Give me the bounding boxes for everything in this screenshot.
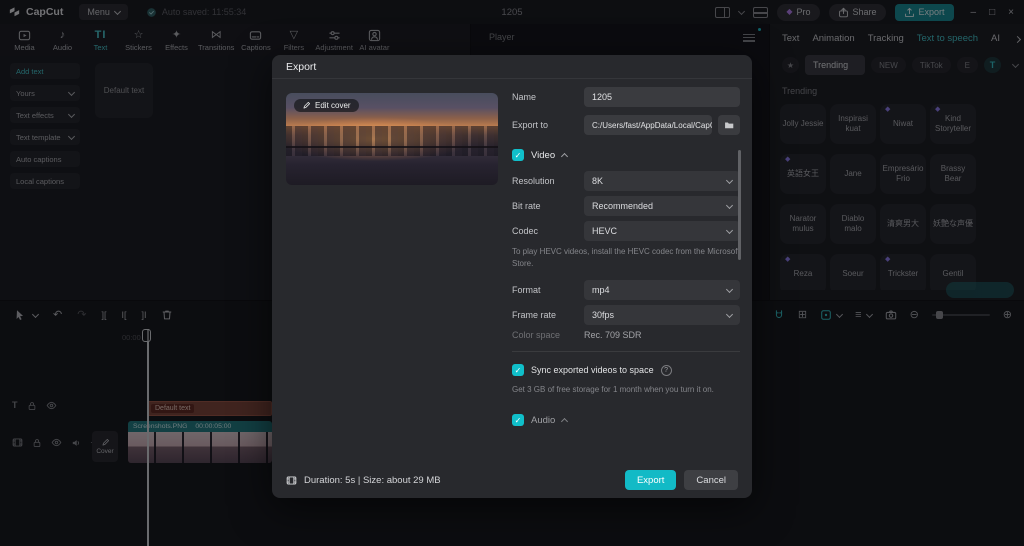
edit-cover-button[interactable]: Edit cover	[294, 99, 359, 112]
sync-checkbox[interactable]: ✓	[512, 364, 524, 376]
video-section-header[interactable]: ✓ Video	[512, 149, 740, 161]
chevron-down-icon	[725, 310, 734, 318]
video-section-label: Video	[531, 149, 556, 161]
sync-label: Sync exported videos to space	[531, 365, 654, 375]
export-summary: Duration: 5s | Size: about 29 MB	[304, 474, 441, 486]
format-select[interactable]: mp4	[584, 280, 740, 300]
audio-checkbox[interactable]: ✓	[512, 414, 524, 426]
hevc-note: To play HEVC videos, install the HEVC co…	[512, 247, 740, 268]
format-label: Format	[512, 285, 541, 295]
audio-section-label: Audio	[531, 414, 556, 426]
export-to-label: Export to	[512, 120, 549, 130]
bit-rate-select[interactable]: Recommended	[584, 196, 740, 216]
name-label: Name	[512, 92, 537, 102]
codec-label: Codec	[512, 226, 539, 236]
dialog-title: Export	[272, 55, 752, 79]
sync-row[interactable]: ✓ Sync exported videos to space ?	[512, 364, 740, 376]
export-dialog: Export Edit cover Name 1205 Export to C:…	[272, 55, 752, 498]
sync-note: Get 3 GB of free storage for 1 month whe…	[512, 385, 714, 394]
edit-cover-label: Edit cover	[315, 101, 351, 110]
audio-section-header[interactable]: ✓ Audio	[512, 414, 740, 426]
chevron-up-icon[interactable]	[561, 417, 569, 425]
video-checkbox[interactable]: ✓	[512, 149, 524, 161]
dialog-scrollbar[interactable]	[738, 150, 741, 260]
help-icon[interactable]: ?	[660, 364, 672, 376]
browse-folder-button[interactable]	[718, 115, 740, 135]
resolution-label: Resolution	[512, 176, 555, 186]
frame-rate-select[interactable]: 30fps	[584, 305, 740, 325]
frame-rate-label: Frame rate	[512, 310, 557, 320]
divider	[512, 351, 740, 352]
folder-icon	[724, 120, 734, 130]
dialog-footer: Duration: 5s | Size: about 29 MB Export …	[272, 462, 752, 498]
cover-thumbnail: Edit cover	[286, 93, 498, 185]
cancel-button[interactable]: Cancel	[684, 470, 738, 490]
chevron-up-icon[interactable]	[561, 152, 569, 160]
color-space-value: Rec. 709 SDR	[584, 330, 642, 340]
capcut-window: CapCut Menu Auto saved: 11:55:34 1205 ◆ …	[0, 0, 1024, 546]
export-confirm-button[interactable]: Export	[624, 470, 677, 490]
chevron-down-icon	[725, 176, 734, 184]
codec-select[interactable]: HEVC	[584, 221, 740, 241]
chevron-down-icon	[725, 285, 734, 293]
pencil-icon	[302, 101, 311, 110]
chevron-down-icon	[725, 226, 734, 234]
film-icon	[286, 475, 297, 486]
chevron-down-icon	[725, 201, 734, 209]
name-input[interactable]: 1205	[584, 87, 740, 107]
bit-rate-label: Bit rate	[512, 201, 541, 211]
resolution-select[interactable]: 8K	[584, 171, 740, 191]
export-form: Name 1205 Export to C:/Users/fast/AppDat…	[512, 87, 740, 426]
color-space-label: Color space	[512, 330, 561, 340]
export-path-input[interactable]: C:/Users/fast/AppData/Local/CapCut/Vid..…	[584, 115, 712, 135]
